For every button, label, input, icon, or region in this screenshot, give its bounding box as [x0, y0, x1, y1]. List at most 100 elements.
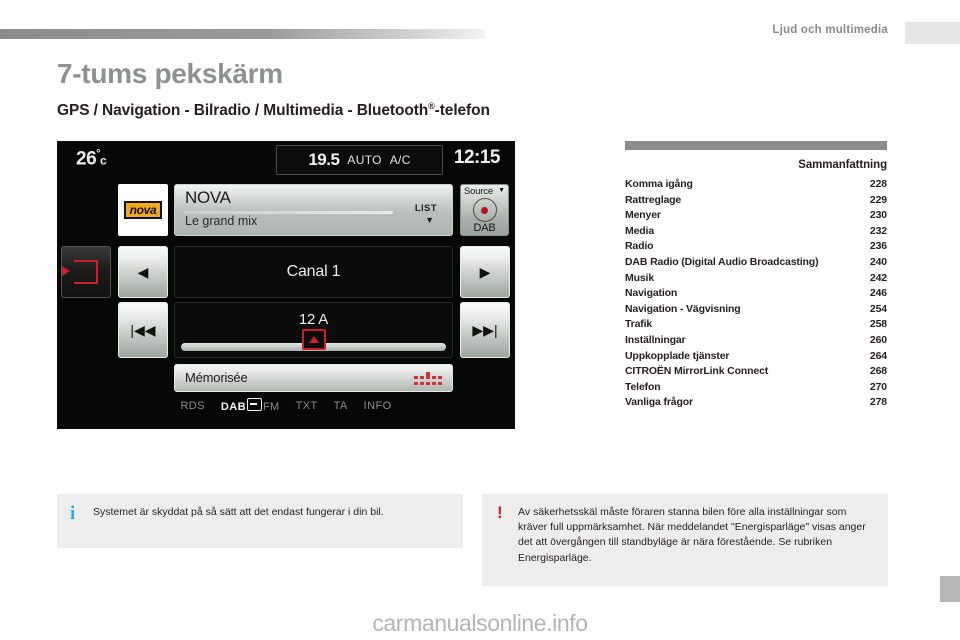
source-button[interactable]: Source ▼ DAB [460, 184, 509, 236]
preset-label: Mémorisée [185, 370, 248, 385]
toc-row[interactable]: Vanliga frågor 278 [625, 395, 887, 411]
toc-page: 264 [869, 349, 887, 362]
toc-band [625, 141, 887, 150]
toc-row[interactable]: Trafik 258 [625, 317, 887, 333]
info-icon: i [70, 503, 76, 524]
set-temperature: 19.5 [308, 150, 340, 169]
table-of-contents: Sammanfattning Komma igång 228 Rattreglag… [625, 141, 887, 411]
signal-strength-icon [414, 370, 442, 386]
txt-indicator[interactable]: TXT [296, 400, 318, 412]
next-station-button[interactable]: ▶ [460, 246, 510, 298]
toc-label: Vanliga frågor [625, 396, 693, 409]
touchscreen-statusbar: 26°c 19.5 AUTO A/C 12:15 [58, 142, 514, 180]
slider-handle-icon[interactable] [301, 329, 326, 350]
toc-row[interactable]: Inställningar 260 [625, 333, 887, 349]
chapter-title: Ljud och multimedia [772, 24, 888, 36]
toc-label: Musik [625, 271, 655, 284]
toc-label: DAB Radio (Digital Audio Broadcasting) [625, 255, 819, 268]
toc-row[interactable]: Uppkopplade tjänster 264 [625, 349, 887, 365]
ta-indicator[interactable]: TA [334, 400, 348, 412]
toc-label: Radio [625, 240, 654, 253]
station-info-bar[interactable]: NOVA Le grand mix LIST ▼ [174, 184, 453, 236]
info-indicator[interactable]: INFO [364, 400, 392, 412]
skip-forward-icon: ▶▶| [472, 322, 498, 338]
dab-antenna-icon [472, 198, 497, 222]
channel-display[interactable]: Canal 1 [174, 246, 453, 298]
ensemble-display[interactable]: 12 A [174, 302, 453, 358]
ensemble-label: 12 A [298, 311, 329, 328]
climate-status-box[interactable]: 19.5 AUTO A/C [276, 145, 443, 175]
toc-row[interactable]: DAB Radio (Digital Audio Broadcasting) 24… [625, 255, 887, 271]
ac-label: A/C [389, 153, 411, 167]
station-name: NOVA [185, 188, 231, 207]
skip-back-icon: |◀◀ [130, 322, 156, 338]
station-logo-tile[interactable]: nova [118, 184, 168, 236]
toc-page: 236 [869, 240, 887, 253]
toc-label: Komma igång [625, 178, 693, 190]
nova-logo-icon: nova [123, 200, 163, 220]
warning-text: Av säkerhetsskäl måste föraren stanna bi… [518, 506, 866, 564]
page-title: 7-tums pekskärm [57, 58, 283, 89]
toc-page: 268 [869, 365, 887, 378]
info-note-box: i Systemet är skyddat på så sätt att det… [57, 494, 463, 548]
list-button-label[interactable]: LIST [415, 203, 437, 214]
celsius-unit: c [100, 153, 107, 168]
subtitle-tail: -telefon [434, 102, 490, 120]
toc-label: Telefon [625, 380, 661, 393]
toc-page: 270 [869, 380, 887, 393]
previous-station-button[interactable]: ◀ [118, 246, 168, 298]
toc-row[interactable]: Media 232 [625, 224, 887, 240]
toc-row[interactable]: Navigation - Vägvisning 254 [625, 302, 887, 318]
next-track-button[interactable]: ▶▶| [460, 302, 510, 358]
info-note-text: Systemet är skyddat på så sätt att det e… [93, 506, 384, 518]
toc-label: Trafik [625, 318, 653, 331]
exit-button[interactable] [61, 246, 111, 298]
toc-page: 258 [869, 318, 887, 331]
toc-label: CITROËN MirrorLink Connect [625, 365, 769, 378]
toc-row[interactable]: Musik 242 [625, 271, 887, 287]
page-subtitle: GPS / Navigation - Bilradio / Multimedia… [57, 101, 490, 120]
toc-page: 230 [869, 209, 887, 222]
source-band-label: DAB [473, 222, 496, 234]
triangle-right-icon: ▶ [479, 264, 491, 280]
dab-fm-indicator[interactable]: DAB FM [221, 398, 280, 413]
touchscreen-illustration: 26°c 19.5 AUTO A/C 12:15 nova NOVA Le gr… [57, 141, 515, 429]
toc-row[interactable]: CITROËN MirrorLink Connect 268 [625, 364, 887, 380]
toc-page: 229 [869, 193, 887, 206]
toc-page: 228 [869, 178, 887, 190]
toc-row[interactable]: Menyer 230 [625, 208, 887, 224]
toc-label: Menyer [625, 209, 661, 222]
header-band [0, 29, 485, 39]
auto-label: AUTO [347, 153, 382, 167]
preset-bar[interactable]: Mémorisée [174, 364, 453, 392]
toc-row[interactable]: Rattreglage 229 [625, 193, 887, 209]
toc-page: 254 [869, 302, 887, 315]
toc-title: Sammanfattning [798, 159, 887, 171]
toc-page: 242 [869, 271, 887, 284]
toc-label: Navigation - Vägvisning [625, 302, 741, 315]
radio-mode-indicators: RDS DAB FM TXT TA INFO [58, 398, 514, 413]
toc-page: 260 [869, 333, 887, 346]
triangle-left-icon: ◀ [137, 264, 149, 280]
toc-row[interactable]: Telefon 270 [625, 380, 887, 396]
site-watermark: carmanualsonline.info [0, 606, 960, 640]
dab-indicator-label: DAB [220, 401, 246, 413]
toc-page: 240 [869, 255, 887, 268]
chevron-down-icon: ▼ [498, 187, 505, 194]
warning-box: ! Av säkerhetsskäl måste föraren stanna … [482, 494, 888, 586]
toc-label: Rattreglage [625, 193, 682, 206]
subtitle-lead: GPS / Navigation - Bilradio / Multimedia… [57, 102, 429, 120]
toc-label: Inställningar [625, 333, 686, 346]
rds-indicator[interactable]: RDS [180, 400, 204, 412]
manual-page: Ljud och multimedia 7-tums pekskärm GPS … [0, 0, 960, 640]
toc-row[interactable]: Komma igång 228 [625, 177, 887, 193]
chevron-down-icon[interactable]: ▼ [425, 215, 434, 225]
chapter-tab-marker [905, 22, 960, 44]
source-label: Source [464, 186, 493, 197]
toc-row[interactable]: Radio 236 [625, 239, 887, 255]
toc-row[interactable]: Navigation 246 [625, 286, 887, 302]
clock: 12:15 [453, 147, 501, 168]
footer-tab-marker [940, 576, 960, 602]
frequency-slider[interactable] [181, 329, 446, 351]
previous-track-button[interactable]: |◀◀ [118, 302, 168, 358]
